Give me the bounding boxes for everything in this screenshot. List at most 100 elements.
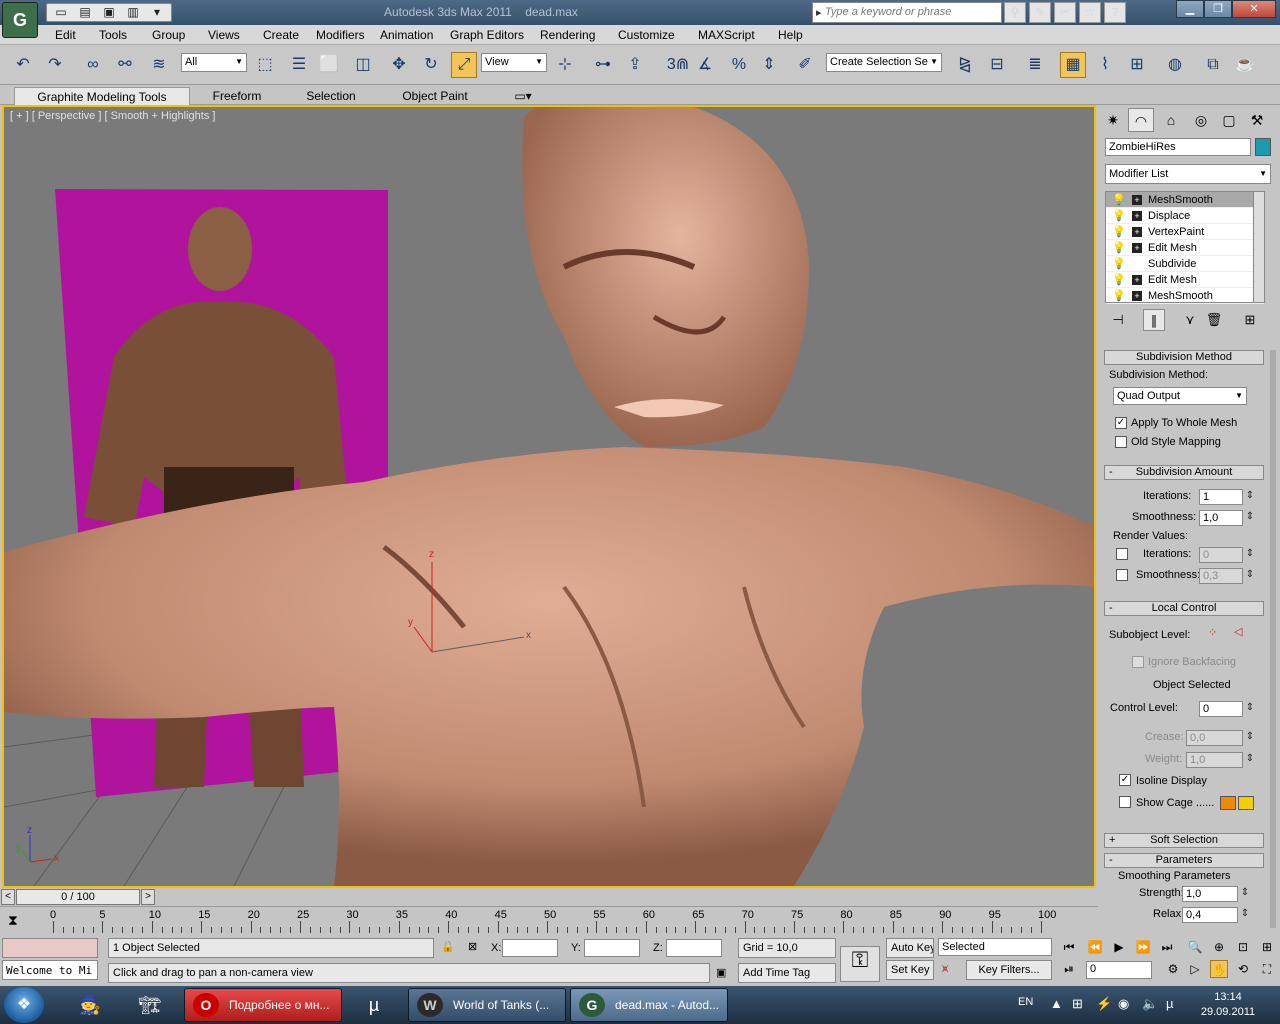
menu-rendering[interactable]: Rendering (540, 28, 595, 42)
ribbon-options-icon[interactable]: ▭▾ (508, 87, 538, 105)
stack-item[interactable]: 💡 + MeshSmooth (1106, 192, 1264, 208)
go-to-end-icon[interactable]: ⏭ (1158, 938, 1176, 956)
rollout-parameters[interactable]: - Parameters (1104, 853, 1264, 868)
open-mini-curve-editor-icon[interactable]: ⧗ (8, 912, 18, 929)
object-color-swatch[interactable] (1255, 138, 1271, 156)
orbit-icon[interactable]: ⟲ (1234, 960, 1252, 978)
rollout-scrollbar[interactable] (1270, 350, 1276, 928)
configure-modifier-sets-icon[interactable]: ⊞ (1239, 309, 1261, 331)
expand-icon[interactable]: + (1132, 211, 1142, 221)
qat-dropdown-icon[interactable]: ▾ (146, 4, 168, 21)
track-bar[interactable]: ⧗ 0 5 10 15 20 25 30 35 40 45 50 55 60 65 70 75 80 85 90 95… (0, 906, 1098, 936)
lightbulb-icon[interactable]: 💡 (1112, 256, 1126, 272)
stack-item[interactable]: 💡 Subdivide (1106, 256, 1264, 272)
crease-spinner[interactable]: 0,0 (1186, 730, 1256, 746)
rollout-local-control[interactable]: - Local Control (1104, 601, 1264, 616)
align-icon[interactable]: ⊟ (984, 52, 1010, 78)
pinned-app-2-icon[interactable]: 🏗 (128, 989, 172, 1021)
menu-animation[interactable]: Animation (380, 28, 433, 42)
minimize-icon[interactable]: ▁ (1176, 0, 1204, 18)
lightbulb-icon[interactable]: 💡 (1112, 288, 1126, 304)
vertex-subobject-icon[interactable]: ⁘ (1208, 626, 1217, 639)
maxscript-mini-listener[interactable]: Welcome to Mi (2, 960, 98, 980)
rectangular-selection-icon[interactable]: ⬜ (316, 52, 342, 78)
curve-editor-icon[interactable]: ⌇ (1092, 52, 1118, 78)
expand-icon[interactable]: + (1132, 275, 1142, 285)
make-unique-icon[interactable]: ⋎ (1179, 309, 1201, 331)
previous-key-icon[interactable]: ⏪ (1086, 938, 1104, 956)
angle-snap-icon[interactable]: ∡ (692, 52, 718, 78)
strength-spinner[interactable]: 1,0 (1182, 886, 1251, 902)
pivot-center-icon[interactable]: ⊹ (552, 52, 578, 78)
select-and-link-icon[interactable]: ∞ (80, 52, 106, 78)
tray-app-icon[interactable]: ⚡ (1096, 996, 1112, 1012)
smoothness-spinner[interactable]: 1,0 (1199, 510, 1256, 526)
menu-customize[interactable]: Customize (618, 28, 675, 42)
time-slider-thumb[interactable]: 0 / 100 (16, 889, 140, 905)
project-folder-icon[interactable]: ▥ (122, 4, 144, 21)
edge-subobject-icon[interactable]: ◁ (1234, 625, 1242, 638)
z-coord-field[interactable] (666, 939, 722, 957)
pinned-app-1-icon[interactable]: 🧙 (68, 989, 112, 1021)
material-editor-icon[interactable]: ◍ (1162, 52, 1188, 78)
play-icon[interactable]: ▶ (1110, 938, 1128, 956)
maxscript-mini-listener-top[interactable] (2, 938, 98, 958)
relax-spinner[interactable]: 0,4 (1182, 907, 1251, 923)
set-key-button[interactable]: Set Key (886, 960, 934, 980)
network-icon[interactable]: ⊞ (1072, 996, 1083, 1012)
select-by-name-icon[interactable]: ☰ (286, 52, 312, 78)
tab-selection[interactable]: Selection (296, 87, 366, 105)
current-frame-field[interactable]: 0 (1086, 961, 1152, 979)
key-mode-toggle-icon[interactable]: ⏯ (1060, 960, 1078, 978)
next-key-icon[interactable]: ⏩ (1134, 938, 1152, 956)
create-tab-icon[interactable]: ✷ (1100, 108, 1126, 132)
menu-maxscript[interactable]: MAXScript (698, 28, 755, 42)
undo-icon[interactable]: ↶ (10, 52, 36, 78)
expand-icon[interactable]: + (1132, 243, 1142, 253)
absolute-mode-icon[interactable]: ⊠ (468, 940, 477, 953)
expand-icon[interactable]: + (1132, 291, 1142, 301)
stack-scrollbar[interactable] (1253, 191, 1265, 303)
stack-item[interactable]: 💡 + Displace (1106, 208, 1264, 224)
lightbulb-icon[interactable]: 💡 (1112, 240, 1126, 256)
mirror-icon[interactable]: ⧎ (952, 52, 978, 78)
time-tag-icon[interactable]: ▣ (716, 966, 726, 979)
render-frame-window-icon[interactable]: ☕ (1232, 52, 1258, 78)
redo-icon[interactable]: ↷ (42, 52, 68, 78)
communication-center-icon[interactable]: ✂ (1054, 2, 1076, 23)
subscription-center-icon[interactable]: ✎ (1029, 2, 1051, 23)
select-and-manipulate-icon[interactable]: ⊶ (590, 52, 616, 78)
lightbulb-icon[interactable]: 💡 (1112, 192, 1126, 208)
modify-tab-icon[interactable]: ◠ (1128, 108, 1154, 132)
layer-manager-icon[interactable]: ≣ (1022, 52, 1048, 78)
percent-snap-icon[interactable]: % (726, 52, 752, 78)
save-file-icon[interactable]: ▣ (98, 4, 120, 21)
application-button-icon[interactable]: G (2, 2, 38, 38)
language-indicator[interactable]: EN (1018, 996, 1033, 1008)
pan-view-icon[interactable]: ✋ (1210, 960, 1228, 978)
select-object-icon[interactable]: ⬚ (252, 52, 278, 78)
edit-named-selection-icon[interactable]: ✐ (792, 52, 818, 78)
next-frame-icon[interactable]: > (141, 889, 155, 905)
tray-antivirus-icon[interactable]: ◉ (1118, 996, 1129, 1012)
start-button-icon[interactable]: ❖ (4, 987, 44, 1023)
menu-views[interactable]: Views (208, 28, 240, 42)
menu-group[interactable]: Group (152, 28, 185, 42)
rollout-soft-selection[interactable]: + Soft Selection (1104, 833, 1264, 848)
tab-graphite-modeling-tools[interactable]: Graphite Modeling Tools (14, 87, 190, 105)
perspective-viewport[interactable]: [ + ] [ Perspective ] [ Smooth + Highlig… (2, 105, 1096, 888)
previous-frame-icon[interactable]: < (1, 889, 15, 905)
zoom-icon[interactable]: 🔍 (1186, 938, 1204, 956)
expand-icon[interactable]: + (1132, 227, 1142, 237)
new-file-icon[interactable]: ▭ (50, 4, 72, 21)
iterations-spinner[interactable]: 1 (1199, 489, 1256, 505)
named-selection-dropdown[interactable]: Create Selection Se (826, 53, 942, 72)
motion-tab-icon[interactable]: ◎ (1188, 108, 1214, 132)
key-filters-button[interactable]: Key Filters... (966, 960, 1052, 980)
menu-create[interactable]: Create (263, 28, 299, 42)
key-mode-dropdown[interactable]: Selected (938, 938, 1052, 956)
old-style-mapping-checkbox[interactable] (1115, 436, 1127, 448)
taskbar-item-world-of-tanks[interactable]: W World of Tanks (... (408, 988, 566, 1022)
open-file-icon[interactable]: ▤ (74, 4, 96, 21)
help-icon[interactable]: ? (1104, 2, 1126, 23)
